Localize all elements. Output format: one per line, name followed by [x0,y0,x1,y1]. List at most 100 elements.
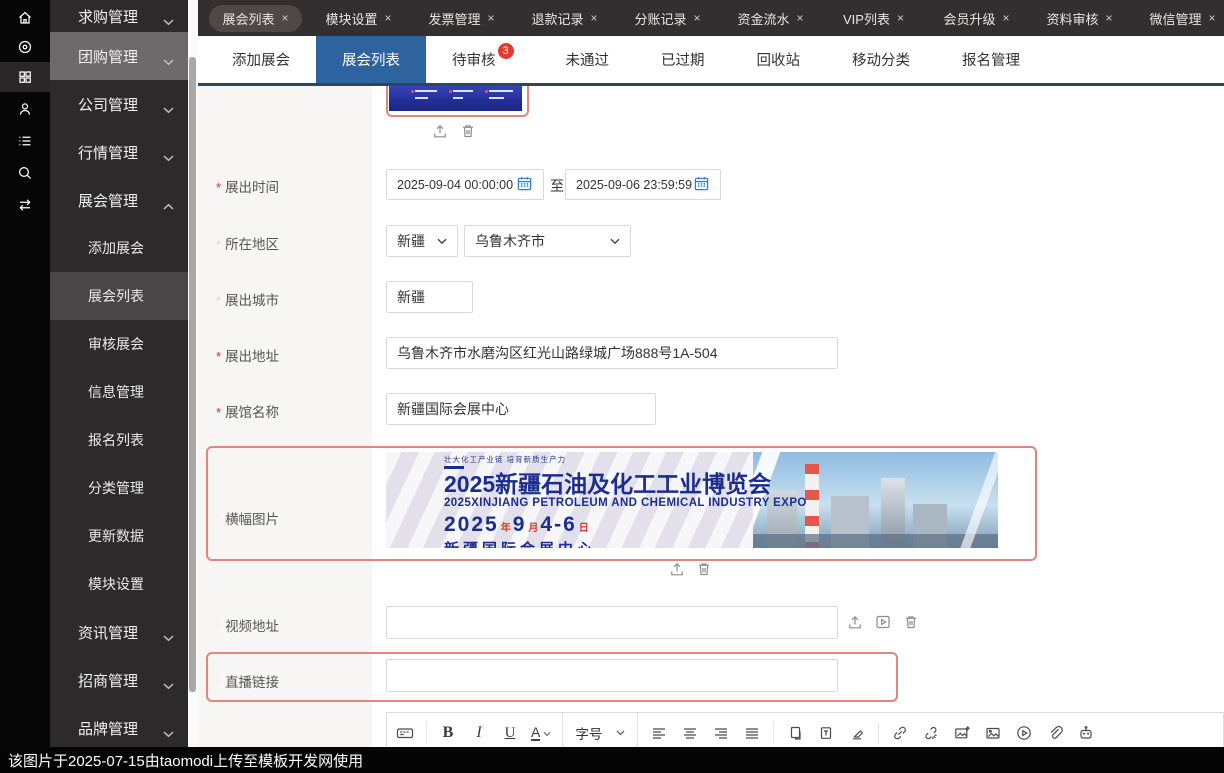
delete-icon[interactable] [695,560,715,580]
city-value: 乌鲁木齐市 [475,231,545,251]
calendar-icon[interactable] [693,175,710,195]
align-justify-button[interactable] [742,720,762,746]
sidebar-item-add-expo[interactable]: 添加展会 [50,224,188,272]
sidebar-item-brand-mgmt[interactable]: 品牌管理 [50,704,188,752]
sidebar-item-news-mgmt[interactable]: 资讯管理 [50,608,188,656]
list-icon[interactable] [0,126,50,156]
italic-button[interactable]: I [469,720,489,746]
swap-icon[interactable] [0,190,50,220]
link-button[interactable] [890,720,910,746]
sidebar-item-info-mgmt[interactable]: 信息管理 [50,368,188,416]
field-label-live-link: *直播链接 [216,671,279,691]
user-icon[interactable] [0,94,50,124]
sidebar-item-update-data[interactable]: 更新数据 [50,512,188,560]
close-icon[interactable]: × [1003,11,1010,25]
close-icon[interactable]: × [1106,11,1113,25]
robot-button[interactable] [1076,720,1096,746]
window-tab-refund-records[interactable]: 退款记录× [513,9,616,28]
scrollbar-thumb[interactable] [189,57,196,692]
tab-add-expo[interactable]: 添加展会 [206,36,316,83]
close-icon[interactable]: × [385,11,392,25]
delete-icon[interactable] [902,613,922,633]
tab-signup-mgmt[interactable]: 报名管理 [936,36,1046,83]
align-right-button[interactable] [711,720,731,746]
tab-label: 待审核 [452,49,496,70]
sidebar-item-market-mgmt[interactable]: 行情管理 [50,128,188,176]
video-url-input[interactable] [386,606,838,639]
window-tab-split-records[interactable]: 分账记录× [616,9,719,28]
close-icon[interactable]: × [1209,11,1216,25]
align-left-button[interactable] [649,720,669,746]
end-datetime-input[interactable]: 2025-09-06 23:59:59 [565,169,721,200]
target-icon[interactable] [0,32,50,62]
live-link-input[interactable] [386,659,838,692]
tab-expired[interactable]: 已过期 [635,36,731,83]
search-icon[interactable] [0,158,50,188]
scrolled-image-thumbnail[interactable] [389,86,522,111]
underline-button[interactable]: U [500,720,520,746]
sidebar-item-groupbuy-mgmt[interactable]: 团购管理 [50,32,188,80]
city-select[interactable]: 乌鲁木齐市 [464,225,631,257]
window-tab-invoice-mgmt[interactable]: 发票管理× [410,9,513,28]
close-icon[interactable]: × [591,11,598,25]
tab-expo-list[interactable]: 展会列表 [316,36,426,83]
tab-recycle-bin[interactable]: 回收站 [731,36,827,83]
delete-icon[interactable] [459,122,479,142]
font-color-button[interactable]: A [531,720,551,746]
province-select[interactable]: 新疆 [386,225,458,257]
window-tab-data-review[interactable]: 资料审核× [1028,9,1131,28]
close-icon[interactable]: × [488,11,495,25]
sidebar-item-signup-list[interactable]: 报名列表 [50,416,188,464]
start-datetime-input[interactable]: 2025-09-04 00:00:00 [386,169,544,200]
attachment-button[interactable] [1045,720,1065,746]
window-tab-vip-list[interactable]: VIP列表× [822,9,925,28]
window-tab-wechat-mgmt[interactable]: 微信管理× [1131,9,1224,28]
bold-button[interactable]: B [438,720,458,746]
exhibit-city-input[interactable] [386,281,473,313]
tab-not-passed[interactable]: 未通过 [540,36,636,83]
app-window: 求购管理 团购管理 公司管理 行情管理 展会管理 添加展会 展会列表 审核展会 … [0,0,1224,773]
paste-plain-text-button[interactable] [816,720,836,746]
sidebar-item-review-expo[interactable]: 审核展会 [50,320,188,368]
tab-pending-review[interactable]: 待审核3 [426,36,540,83]
unlink-button[interactable] [921,720,941,746]
window-tab-fund-flow[interactable]: 资金流水× [719,9,822,28]
home-icon[interactable] [0,2,50,32]
paste-button[interactable] [785,720,805,746]
source-code-button[interactable] [395,720,415,746]
sidebar-item-investment-mgmt[interactable]: 招商管理 [50,656,188,704]
window-tab-expo-list[interactable]: 展会列表× [204,5,307,32]
sidebar-item-expo-list[interactable]: 展会列表 [50,272,188,320]
close-icon[interactable]: × [282,11,289,25]
close-icon[interactable]: × [897,11,904,25]
exhibit-address-input[interactable] [386,337,838,369]
tab-move-category[interactable]: 移动分类 [826,36,936,83]
icon-rail [0,0,50,747]
sidebar-item-expo-mgmt[interactable]: 展会管理 [50,176,188,224]
upload-icon[interactable] [846,613,866,633]
sidebar-item-company-mgmt[interactable]: 公司管理 [50,80,188,128]
tab-label: 添加展会 [232,49,290,70]
active-tab-pill: 展会列表× [209,5,301,32]
sidebar-item-purchase-mgmt[interactable]: 求购管理 [50,0,188,32]
calendar-icon[interactable] [516,175,533,195]
close-icon[interactable]: × [797,11,804,25]
upload-icon[interactable] [431,122,451,142]
insert-image-button[interactable] [952,720,972,746]
font-size-select[interactable]: 字号 [562,713,638,747]
banner-image[interactable]: 壮大化工产业链 培育新质生产力 2025新疆石油及化工工业博览会 2025XIN… [386,452,998,548]
upload-icon[interactable] [668,560,688,580]
window-tab-module-settings[interactable]: 模块设置× [307,9,410,28]
close-icon[interactable]: × [694,11,701,25]
sidebar-item-module-settings[interactable]: 模块设置 [50,560,188,608]
grid-icon[interactable] [0,62,50,92]
clear-format-button[interactable] [847,720,867,746]
window-tab-member-upgrade[interactable]: 会员升级× [925,9,1028,28]
venue-name-input[interactable] [386,393,656,425]
align-center-button[interactable] [680,720,700,746]
sidebar-item-category-mgmt[interactable]: 分类管理 [50,464,188,512]
play-video-icon[interactable] [874,613,894,633]
image-button[interactable] [983,720,1003,746]
video-button[interactable] [1014,720,1034,746]
toolbar-divider [773,722,774,744]
